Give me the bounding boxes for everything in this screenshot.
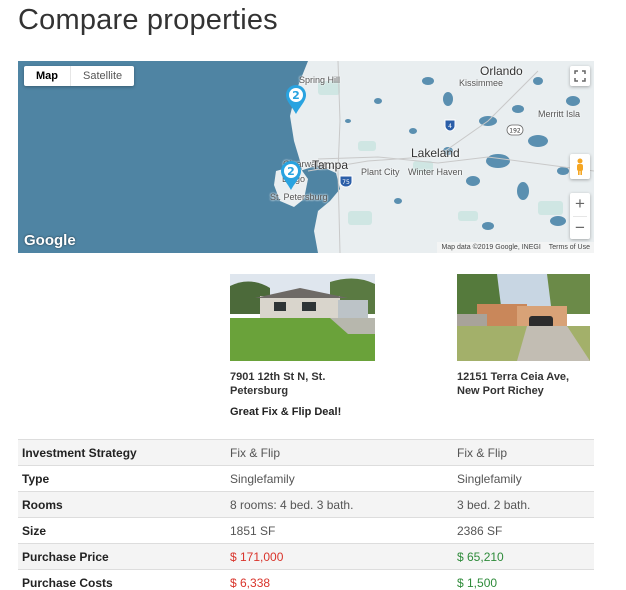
zoom-out-button[interactable]: −: [570, 217, 590, 240]
map-label-spring-hill: Spring Hill: [299, 75, 341, 85]
map-data-attribution: Map data ©2019 Google, INEGI: [441, 244, 541, 251]
route-192-shield-icon: 192: [506, 124, 524, 136]
property-2-value: Fix & Flip: [457, 445, 508, 460]
property-2-value: Singlefamily: [457, 471, 522, 486]
fullscreen-button[interactable]: [570, 66, 590, 86]
map-marker-count: 2: [292, 89, 300, 102]
map-label-winter-haven: Winter Haven: [408, 167, 463, 177]
svg-text:192: 192: [509, 128, 521, 135]
property-1-value: 8 rooms: 4 bed. 3 bath.: [230, 497, 354, 512]
property-1-value: $ 171,000: [230, 549, 284, 564]
property-2-value: $ 1,500: [457, 575, 498, 590]
table-row: Investment Strategy Fix & Flip Fix & Fli…: [18, 440, 594, 466]
row-label: Type: [22, 471, 50, 486]
table-row: Type Singlefamily Singlefamily: [18, 466, 594, 492]
row-label: Purchase Costs: [22, 575, 113, 590]
svg-text:4: 4: [448, 123, 452, 130]
table-row: Size 1851 SF 2386 SF: [18, 518, 594, 544]
map-label-kissimmee: Kissimmee: [459, 78, 504, 88]
property-column-2: 12151 Terra Ceia Ave, New Port Richey: [457, 274, 593, 398]
property-1-value: 1851 SF: [230, 523, 276, 538]
zoom-in-button[interactable]: +: [570, 193, 590, 216]
map[interactable]: Map Satellite + − Orlando Spring Hill Ki…: [18, 61, 594, 253]
svg-text:75: 75: [342, 179, 350, 186]
property-photo-1[interactable]: [230, 274, 375, 361]
zoom-control: + −: [570, 193, 590, 239]
map-marker-count: 2: [287, 165, 295, 178]
map-marker-cluster[interactable]: 2: [280, 161, 302, 191]
property-1-value: $ 6,338: [230, 575, 271, 590]
map-type-map-button[interactable]: Map: [24, 66, 71, 86]
map-label-merritt-island: Merritt Isla: [538, 109, 581, 119]
table-row: Purchase Price $ 171,000 $ 65,210: [18, 544, 594, 570]
comparison-table: Investment Strategy Fix & Flip Fix & Fli…: [18, 439, 594, 590]
property-2-value: 3 bed. 2 bath.: [457, 497, 531, 512]
map-label-orlando: Orlando: [480, 64, 523, 78]
row-label: Size: [22, 523, 47, 538]
map-label-plant-city: Plant City: [361, 167, 400, 177]
page-title: Compare properties: [18, 4, 278, 36]
map-marker-cluster[interactable]: 2: [285, 85, 307, 115]
property-1-value: Fix & Flip: [230, 445, 281, 460]
interstate-75-shield-icon: 75: [339, 175, 353, 188]
property-address-2[interactable]: 12151 Terra Ceia Ave, New Port Richey: [457, 370, 593, 398]
property-2-value: 2386 SF: [457, 523, 503, 538]
table-row: Rooms 8 rooms: 4 bed. 3 bath. 3 bed. 2 b…: [18, 492, 594, 518]
map-pin-icon: 2: [281, 161, 301, 190]
property-address-1[interactable]: 7901 12th St N, St. Petersburg: [230, 370, 375, 398]
row-label: Rooms: [22, 497, 63, 512]
property-1-value: Singlefamily: [230, 471, 295, 486]
google-logo: Google: [24, 232, 76, 249]
street-view-button[interactable]: [570, 154, 590, 179]
terms-of-use-link[interactable]: Terms of Use: [549, 242, 590, 253]
property-column-1: 7901 12th St N, St. Petersburg Great Fix…: [230, 274, 375, 418]
property-photo-2[interactable]: [457, 274, 590, 361]
table-row: Purchase Costs $ 6,338 $ 1,500: [18, 570, 594, 590]
map-type-satellite-button[interactable]: Satellite: [71, 66, 134, 86]
map-pin-icon: 2: [286, 85, 306, 114]
map-attribution: Map data ©2019 Google, INEGI Terms of Us…: [437, 242, 594, 253]
row-label: Investment Strategy: [22, 445, 137, 460]
fullscreen-icon: [574, 70, 586, 82]
property-tag-1: Great Fix & Flip Deal!: [230, 406, 342, 418]
map-label-lakeland: Lakeland: [411, 146, 460, 160]
interstate-4-shield-icon: 4: [444, 119, 456, 132]
row-label: Purchase Price: [22, 549, 109, 564]
map-label-tampa: Tampa: [312, 158, 349, 172]
map-label-st-petersburg: St. Petersburg: [270, 192, 328, 202]
property-2-value: $ 65,210: [457, 549, 504, 564]
pegman-icon: [577, 158, 583, 175]
map-type-control: Map Satellite: [24, 66, 135, 86]
